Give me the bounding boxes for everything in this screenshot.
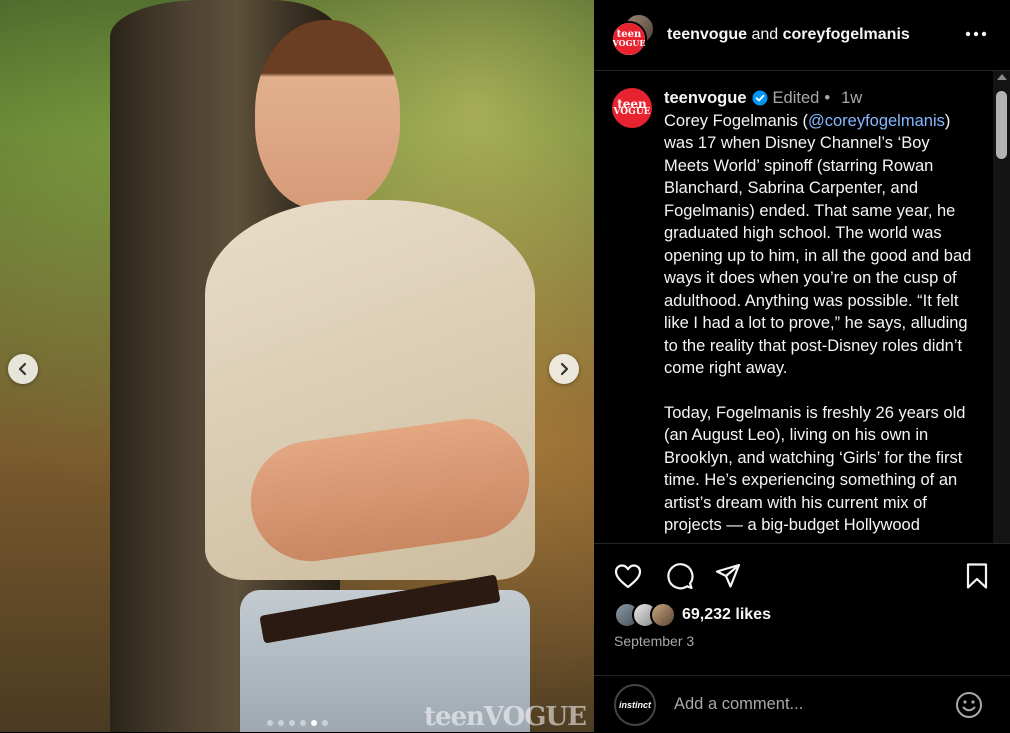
commenter-avatar[interactable]: instinct <box>614 683 656 726</box>
carousel-next-button[interactable] <box>549 354 579 384</box>
caption-header: teenvogue Edited • 1w <box>664 87 979 110</box>
carousel-dot <box>321 720 328 726</box>
header-account-coreyfogelmanis[interactable]: coreyfogelmanis <box>783 26 910 43</box>
caption-username[interactable]: teenvogue <box>664 87 747 110</box>
caption-body: teenvogue Edited • 1w Corey Fogelmanis (… <box>664 87 979 537</box>
action-bar <box>594 560 1010 596</box>
likes-summary[interactable]: 69,232 likes <box>614 602 771 628</box>
header-account-teenvogue[interactable]: teenvogue <box>667 26 747 43</box>
caption-scrollbar[interactable] <box>993 71 1010 543</box>
caption-paragraph-1: Corey Fogelmanis (@coreyfogelmanis) was … <box>664 110 979 380</box>
liker-avatar-3 <box>650 602 676 628</box>
comment-input[interactable] <box>672 694 954 715</box>
post-date[interactable]: September 3 <box>614 633 694 649</box>
chevron-right-icon <box>560 362 569 376</box>
carousel-dot <box>299 720 306 726</box>
scroll-up-arrow-icon[interactable] <box>997 74 1007 80</box>
bookmark-icon <box>966 563 988 589</box>
comment-button[interactable] <box>664 560 696 592</box>
caption-p1-end: ) was 17 when Disney Channel’s ‘Boy Meet… <box>664 111 972 378</box>
collab-avatars[interactable]: teen VOGUE <box>611 13 655 57</box>
header-and: and <box>751 26 779 43</box>
more-horizontal-icon <box>965 31 987 37</box>
caption-scroll-area[interactable]: teen VOGUE teenvogue Edited • 1w Corey F… <box>594 71 1010 544</box>
caption-paragraph-2: Today, Fogelmanis is freshly 26 years ol… <box>664 403 966 535</box>
smiley-icon <box>956 691 982 718</box>
chevron-left-icon <box>18 362 27 376</box>
carousel-indicator <box>0 720 594 726</box>
post-media[interactable]: teenVOGUE <box>0 0 594 732</box>
edited-label: Edited <box>772 89 820 107</box>
teenvogue-logo: teen VOGUE <box>612 88 652 128</box>
post-header: teen VOGUE teenvogue and coreyfogelmanis <box>594 0 1010 71</box>
logo-line2: VOGUE <box>612 37 646 48</box>
likes-count[interactable]: 69,232 likes <box>682 606 771 624</box>
post-side-panel: teen VOGUE teenvogue and coreyfogelmanis… <box>594 0 1010 732</box>
teenvogue-logo: teen VOGUE <box>613 23 645 55</box>
carousel-prev-button[interactable] <box>8 354 38 384</box>
caption-avatar[interactable]: teen VOGUE <box>612 88 652 128</box>
post-time[interactable]: 1w <box>841 87 862 110</box>
scrollbar-thumb[interactable] <box>996 91 1007 159</box>
carousel-dot <box>310 720 317 726</box>
heart-icon <box>614 564 642 589</box>
save-button[interactable] <box>961 560 993 592</box>
carousel-dot <box>288 720 295 726</box>
more-options-button[interactable] <box>964 22 988 46</box>
emoji-button[interactable] <box>954 690 984 720</box>
send-icon <box>715 563 741 588</box>
mention-link[interactable]: @coreyfogelmanis <box>808 112 945 130</box>
photo-person-head <box>255 20 400 210</box>
verified-badge-icon <box>752 90 768 106</box>
comment-composer: instinct <box>594 675 1010 733</box>
carousel-dot <box>266 720 273 726</box>
logo-line2: VOGUE <box>613 107 651 118</box>
like-button[interactable] <box>612 560 644 592</box>
share-button[interactable] <box>712 560 744 592</box>
header-accounts: teenvogue and coreyfogelmanis <box>667 26 910 44</box>
carousel-dot <box>277 720 284 726</box>
magazine-watermark: teenVOGUE <box>423 702 587 732</box>
caption-text: Corey Fogelmanis (@coreyfogelmanis) was … <box>664 110 979 537</box>
caption-p1-start: Corey Fogelmanis ( <box>664 111 808 130</box>
meta-separator: • <box>824 89 831 107</box>
teenvogue-avatar[interactable]: teen VOGUE <box>611 21 647 57</box>
comment-icon <box>667 563 694 590</box>
